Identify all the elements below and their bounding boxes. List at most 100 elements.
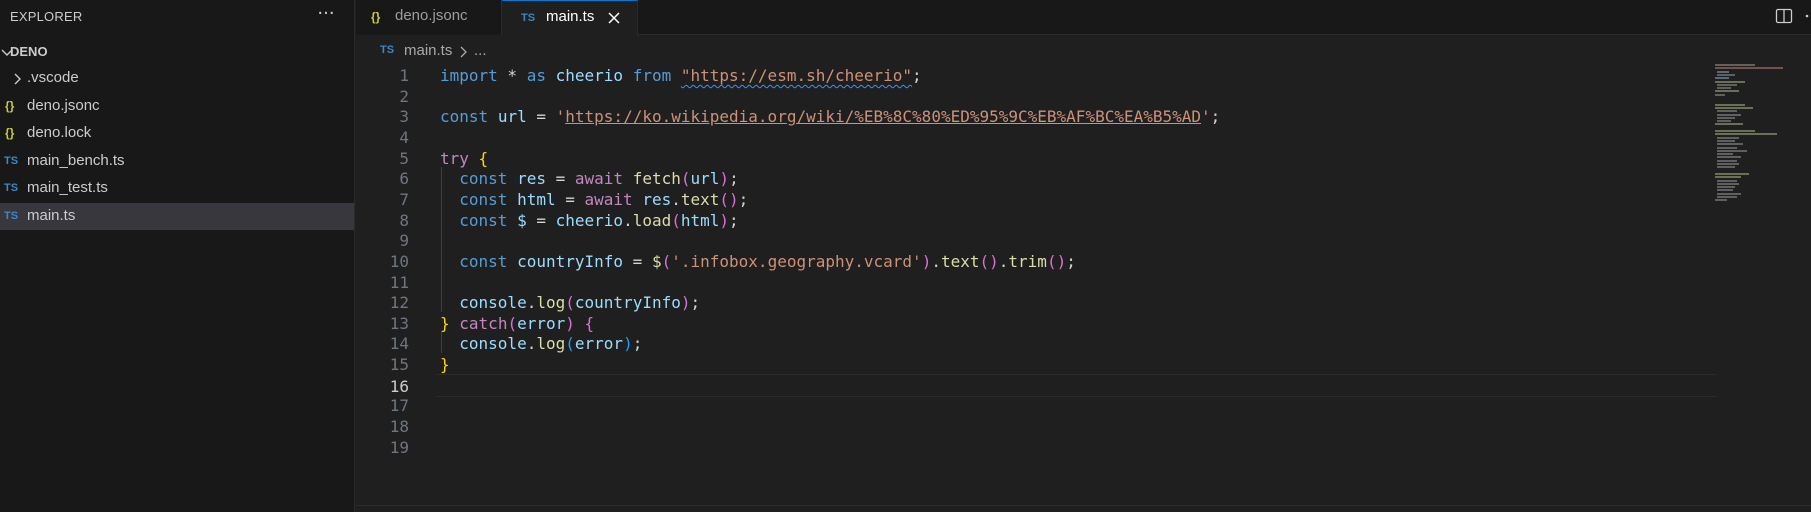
code-token: ; [690, 293, 701, 313]
code-token: () [719, 189, 739, 209]
minimap-line [1715, 172, 1749, 175]
line-number: 17 [389, 396, 409, 416]
tree-item[interactable]: .vscode [0, 65, 354, 92]
tab-deno-jsonc[interactable]: {} deno.jsonc [356, 0, 502, 35]
line-number: 11 [389, 272, 409, 292]
code-line[interactable]: 1 import * as cheerio from "https://esm.s… [356, 64, 1706, 87]
code-line[interactable]: 15} [356, 353, 1706, 376]
tab-label: main.ts [546, 8, 595, 25]
code-token: $ [651, 251, 662, 271]
code-line[interactable]: 17 [356, 394, 1706, 417]
line-number: 1 [399, 66, 409, 85]
code-token: { [584, 313, 595, 333]
tab-bar: {} deno.jsonc TS main.ts [356, 0, 1811, 36]
code-token: url [690, 169, 720, 189]
code-line[interactable]: 16 [390, 373, 1717, 397]
tab-main-ts[interactable]: TS main.ts [502, 0, 638, 36]
line-number: 2 [399, 86, 409, 106]
code-line[interactable]: 4 [356, 126, 1706, 149]
code-token: . [671, 189, 681, 209]
code-token: as [526, 66, 546, 85]
close-icon[interactable] [606, 10, 622, 26]
code-token: catch [459, 313, 508, 333]
code-line[interactable]: 12 console.log(countryInfo); [356, 291, 1706, 314]
tab-label: deno.jsonc [395, 7, 468, 24]
line-number: 12 [389, 293, 409, 313]
code-token: ' [1201, 107, 1211, 127]
code-line[interactable]: 2 [356, 85, 1706, 108]
workspace-section-header[interactable]: DENO [0, 41, 355, 63]
code-token: . [998, 251, 1009, 271]
code-line[interactable]: 9 [356, 229, 1706, 252]
code-line[interactable]: 14 console.log(error); [356, 332, 1706, 355]
typescript-icon: TS [4, 182, 19, 194]
code-token: = [545, 169, 575, 189]
code-editor[interactable]: 1 import * as cheerio from "https://esm.s… [356, 64, 1811, 512]
code-token: . [931, 251, 941, 271]
code-token: "https://esm.sh/cheerio" [680, 66, 913, 85]
tree-item[interactable]: TS main_test.ts [0, 175, 354, 202]
typescript-icon: TS [521, 12, 536, 24]
code-token: = [555, 189, 585, 209]
minimap-line [1717, 87, 1731, 90]
code-line[interactable]: 13} catch(error) { [356, 312, 1706, 335]
minimap-line [1717, 136, 1739, 139]
tree-item-label: .vscode [27, 69, 79, 86]
code-line[interactable]: 18 [356, 415, 1706, 438]
code-line[interactable]: 19 [356, 436, 1706, 459]
tree-item[interactable]: TS main_bench.ts [0, 148, 354, 175]
indent-guide [441, 332, 442, 354]
breadcrumb-symbols[interactable]: ... [474, 42, 487, 59]
code-text: const res = await fetch(url); [440, 167, 738, 190]
code-line[interactable]: 11 [356, 271, 1706, 294]
code-text: const $ = cheerio.load(html); [440, 209, 738, 232]
chevron-right-icon [14, 73, 21, 85]
minimap-line [1717, 166, 1735, 169]
horizontal-scrollbar[interactable] [356, 505, 1811, 512]
minimap-line [1717, 113, 1741, 116]
tree-item[interactable]: {} deno.jsonc [0, 93, 354, 120]
minimap[interactable] [1715, 64, 1801, 224]
code-line[interactable]: 7 const html = await res.text(); [356, 188, 1706, 211]
breadcrumb-file[interactable]: main.ts [404, 42, 452, 59]
code-token: ) [719, 169, 730, 189]
tree-item[interactable]: {} deno.lock [0, 120, 354, 147]
code-token: const [459, 251, 508, 271]
minimap-line [1717, 83, 1737, 86]
code-token: const [440, 107, 489, 127]
minimap-line [1717, 110, 1737, 113]
tree-item[interactable]: TS main.ts [0, 202, 354, 230]
more-actions-icon[interactable]: ··· [313, 3, 339, 29]
minimap-line [1715, 106, 1753, 109]
code-line[interactable]: 6 const res = await fetch(url); [356, 167, 1706, 190]
code-token: html [517, 189, 556, 209]
minimap-line [1717, 186, 1735, 189]
typescript-icon: TS [4, 154, 19, 167]
json-icon: {} [5, 98, 15, 113]
typescript-icon: TS [380, 44, 395, 56]
code-token: ( [565, 293, 575, 313]
code-token: log [536, 293, 566, 313]
code-line[interactable]: 5 try { [356, 147, 1706, 170]
code-line[interactable]: 10 const countryInfo = $('.infobox.geogr… [356, 250, 1706, 273]
code-text: } [440, 353, 450, 376]
tree-item-label: main_bench.ts [27, 151, 125, 169]
line-number: 19 [389, 437, 409, 457]
split-editor-icon[interactable] [1775, 7, 1793, 25]
minimap-line [1717, 179, 1737, 182]
minimap-line [1717, 143, 1743, 146]
code-token: ( [671, 210, 681, 230]
code-line[interactable]: 8 const $ = cheerio.load(html); [356, 209, 1706, 232]
line-number: 13 [389, 313, 409, 333]
code-line[interactable]: 3 const url = 'https://ko.wikipedia.org/w… [356, 105, 1706, 128]
editor-more-actions-icon[interactable] [1803, 7, 1811, 25]
code-token: from [632, 66, 672, 85]
minimap-line [1715, 199, 1727, 202]
